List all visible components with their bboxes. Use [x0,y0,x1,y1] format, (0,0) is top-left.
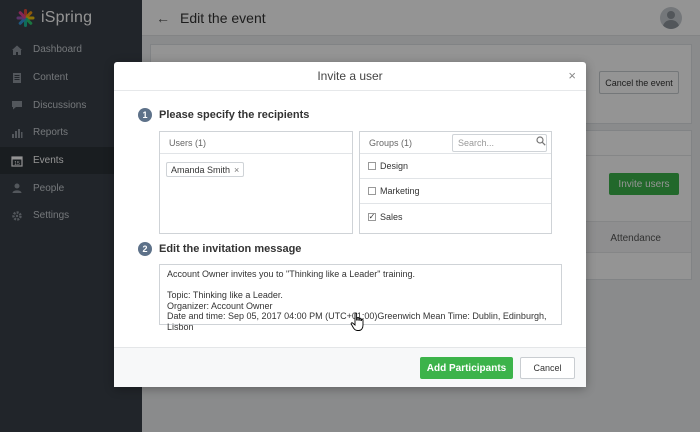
add-participants-button[interactable]: Add Participants [420,357,513,379]
step-recipients: 1 Please specify the recipients [138,108,309,122]
group-item-marketing[interactable]: Marketing [360,179,551,204]
group-label: Marketing [380,186,420,196]
users-header: Users (1) [160,132,352,154]
group-search-input[interactable]: Search... [452,134,547,152]
groups-header-label: Groups (1) [369,137,413,148]
checkbox[interactable] [368,187,376,195]
step-number-badge: 1 [138,108,152,122]
hand-cursor-icon [350,312,364,331]
group-label: Design [380,161,409,171]
step-title: Please specify the recipients [159,109,310,121]
message-line: Organizer: Account Owner [167,300,273,311]
selected-user-tag: Amanda Smith × [166,162,245,177]
dialog-header: Invite a user × [114,62,586,91]
group-label: Sales [380,211,403,222]
message-line: Topic: Thinking like a Leader. [167,290,283,300]
invite-user-dialog: Invite a user × 1 Please specify the rec… [114,62,586,387]
users-selector[interactable]: Users (1) Amanda Smith × [159,131,353,234]
cancel-button[interactable]: Cancel [520,357,575,379]
groups-selector: Groups (1) Search... Design Marketing ✓ … [359,131,552,234]
search-icon [536,136,546,146]
group-item-design[interactable]: Design [360,154,551,179]
checkbox-checked[interactable]: ✓ [368,212,376,221]
message-line: Account Owner invites you to "Thinking l… [167,269,416,279]
group-item-sales[interactable]: ✓ Sales [360,204,551,229]
user-name: Amanda Smith [171,164,231,175]
checkbox[interactable] [368,162,376,170]
dialog-footer: Add Participants Cancel [114,347,586,387]
close-icon[interactable]: × [568,68,576,83]
step-number-badge: 2 [138,242,152,256]
dialog-title: Invite a user [317,69,383,83]
step-title: Edit the invitation message [159,243,302,255]
step-message: 2 Edit the invitation message [138,242,301,256]
remove-user-icon[interactable]: × [234,165,239,175]
